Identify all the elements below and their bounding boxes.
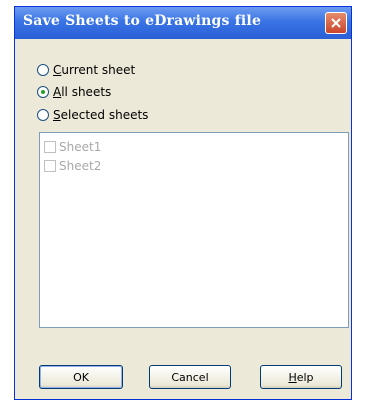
sheet2-label: Sheet2 (59, 159, 102, 173)
cancel-button[interactable]: Cancel (149, 365, 231, 389)
ok-button[interactable]: OK (39, 365, 123, 389)
close-button[interactable] (325, 12, 347, 34)
radio-selected-sheets-circle[interactable] (37, 109, 49, 121)
radio-current-sheet[interactable]: Current sheet (37, 63, 135, 77)
list-item-sheet1[interactable]: Sheet1 (44, 140, 101, 154)
radio-current-sheet-circle[interactable] (37, 64, 49, 76)
ok-button-label: OK (73, 370, 89, 384)
radio-selected-sheets-label: Selected sheets (53, 108, 149, 122)
radio-all-sheets[interactable]: All sheets (37, 85, 111, 99)
radio-current-sheet-label: Current sheet (53, 63, 136, 77)
sheet1-checkbox[interactable] (44, 141, 56, 153)
help-button-label: Help (288, 370, 314, 384)
help-button[interactable]: Help (260, 365, 342, 389)
sheet-list[interactable]: Sheet1 Sheet2 (39, 132, 349, 328)
close-icon (331, 18, 341, 28)
save-sheets-dialog: Save Sheets to eDrawings file Current sh… (14, 6, 352, 400)
radio-all-sheets-label: All sheets (53, 85, 112, 99)
sheet1-label: Sheet1 (59, 140, 102, 154)
radio-selected-sheets[interactable]: Selected sheets (37, 108, 148, 122)
title-bar[interactable]: Save Sheets to eDrawings file (15, 7, 351, 39)
cancel-button-label: Cancel (171, 370, 209, 384)
window-title: Save Sheets to eDrawings file (23, 13, 262, 29)
sheet2-checkbox[interactable] (44, 160, 56, 172)
radio-all-sheets-circle[interactable] (37, 86, 49, 98)
list-item-sheet2[interactable]: Sheet2 (44, 159, 101, 173)
